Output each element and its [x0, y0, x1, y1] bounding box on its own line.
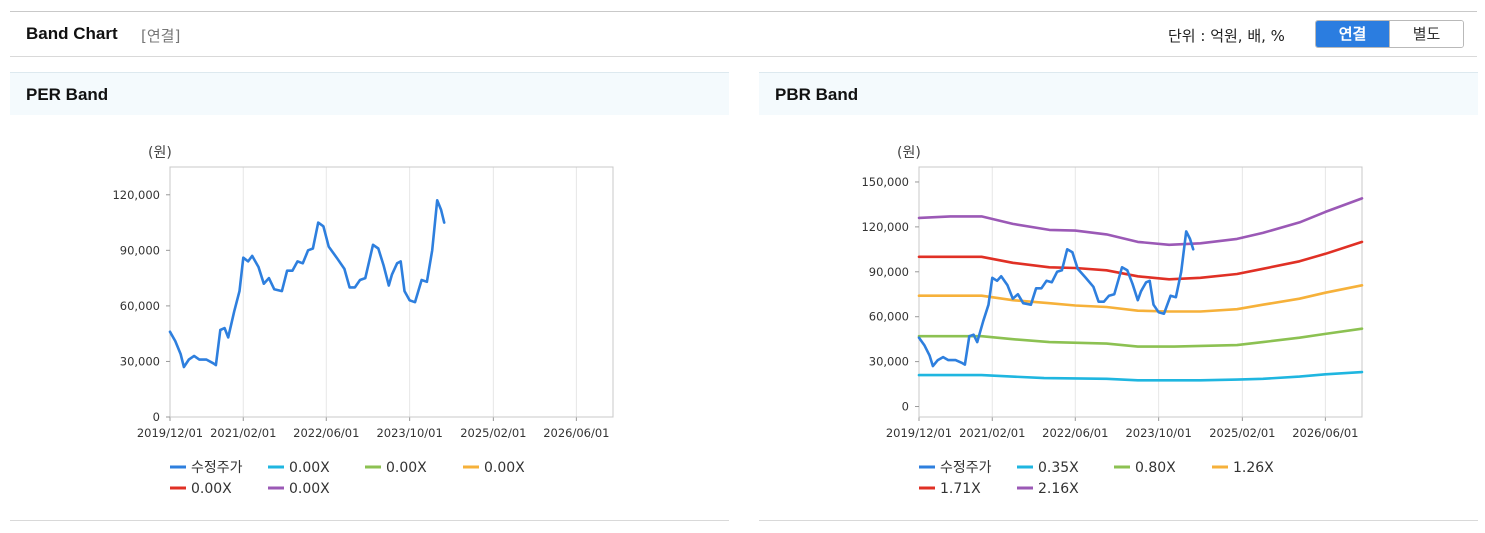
y-tick-label: 90,000	[120, 243, 160, 257]
pbr-band-chart: (원) 2019/12/01 2021/02/01 2022/06/01 2023/10…	[861, 145, 1364, 497]
x-tick-label: 2026/06/01	[1292, 426, 1358, 440]
per-band-chart: (원) 2019/12/01 2021/02/01 2022/06/01 2023/10…	[112, 145, 614, 497]
legend-label: 0.80X	[1135, 460, 1176, 476]
y-tick-label: 30,000	[869, 355, 909, 369]
unit-label: 단위 : 억원, 배, %	[1168, 27, 1285, 45]
legend-label: 0.00X	[484, 460, 525, 476]
y-tick-label: 120,000	[112, 188, 160, 202]
legend-label: 0.00X	[386, 460, 427, 476]
series-line-2	[917, 327, 1364, 348]
series-line-3	[917, 284, 1364, 313]
legend-label: 수정주가	[940, 460, 992, 476]
series-line-1	[917, 370, 1364, 382]
legend-label: 1.71X	[940, 481, 981, 497]
series-line-4	[917, 240, 1364, 281]
x-tick-label: 2021/02/01	[959, 426, 1025, 440]
x-tick-label: 2019/12/01	[886, 426, 952, 440]
series-line-5	[917, 197, 1364, 247]
legend-label: 0.35X	[1038, 460, 1079, 476]
legend-label: 1.26X	[1233, 460, 1274, 476]
y-unit-label: (원)	[897, 145, 921, 161]
consolidated-button[interactable]: 연결	[1316, 21, 1389, 47]
x-tick-label: 2019/12/01	[137, 426, 203, 440]
per-band-panel: PER Band (원) 2019/12/01 2021/02/01 2022/06/…	[10, 72, 729, 521]
y-tick-label: 120,000	[861, 220, 909, 234]
x-tick-label: 2026/06/01	[543, 426, 609, 440]
y-tick-label: 30,000	[120, 354, 160, 368]
x-tick-label: 2022/06/01	[1042, 426, 1108, 440]
y-unit-label: (원)	[148, 145, 172, 161]
y-tick-label: 150,000	[861, 175, 909, 189]
scope-label: [연결]	[141, 27, 181, 45]
x-tick-label: 2025/02/01	[1209, 426, 1275, 440]
statement-type-toggle: 연결 별도	[1315, 20, 1464, 48]
header-bar: Band Chart [연결] 단위 : 억원, 배, % 연결 별도	[10, 11, 1477, 57]
pbr-band-title: PBR Band	[759, 72, 1478, 115]
x-tick-label: 2022/06/01	[293, 426, 359, 440]
legend-label: 2.16X	[1038, 481, 1079, 497]
x-tick-label: 2025/02/01	[460, 426, 526, 440]
legend-label: 0.00X	[191, 481, 232, 497]
legend-label: 수정주가	[191, 460, 243, 476]
legend-label: 0.00X	[289, 460, 330, 476]
page-title: Band Chart	[26, 24, 118, 43]
x-tick-label: 2021/02/01	[210, 426, 276, 440]
y-tick-label: 0	[153, 410, 160, 424]
x-tick-label: 2023/10/01	[376, 426, 442, 440]
legend-label: 0.00X	[289, 481, 330, 497]
separate-button[interactable]: 별도	[1389, 21, 1463, 47]
y-tick-label: 0	[902, 400, 909, 414]
y-tick-label: 90,000	[869, 265, 909, 279]
series-line-0	[168, 199, 446, 369]
plot-frame	[169, 166, 614, 418]
x-tick-label: 2023/10/01	[1125, 426, 1191, 440]
per-band-title: PER Band	[10, 72, 729, 115]
y-tick-label: 60,000	[869, 310, 909, 324]
y-tick-label: 60,000	[120, 299, 160, 313]
pbr-band-panel: PBR Band (원) 2019/12/01 2021/02/01 2022/06/…	[759, 72, 1478, 521]
